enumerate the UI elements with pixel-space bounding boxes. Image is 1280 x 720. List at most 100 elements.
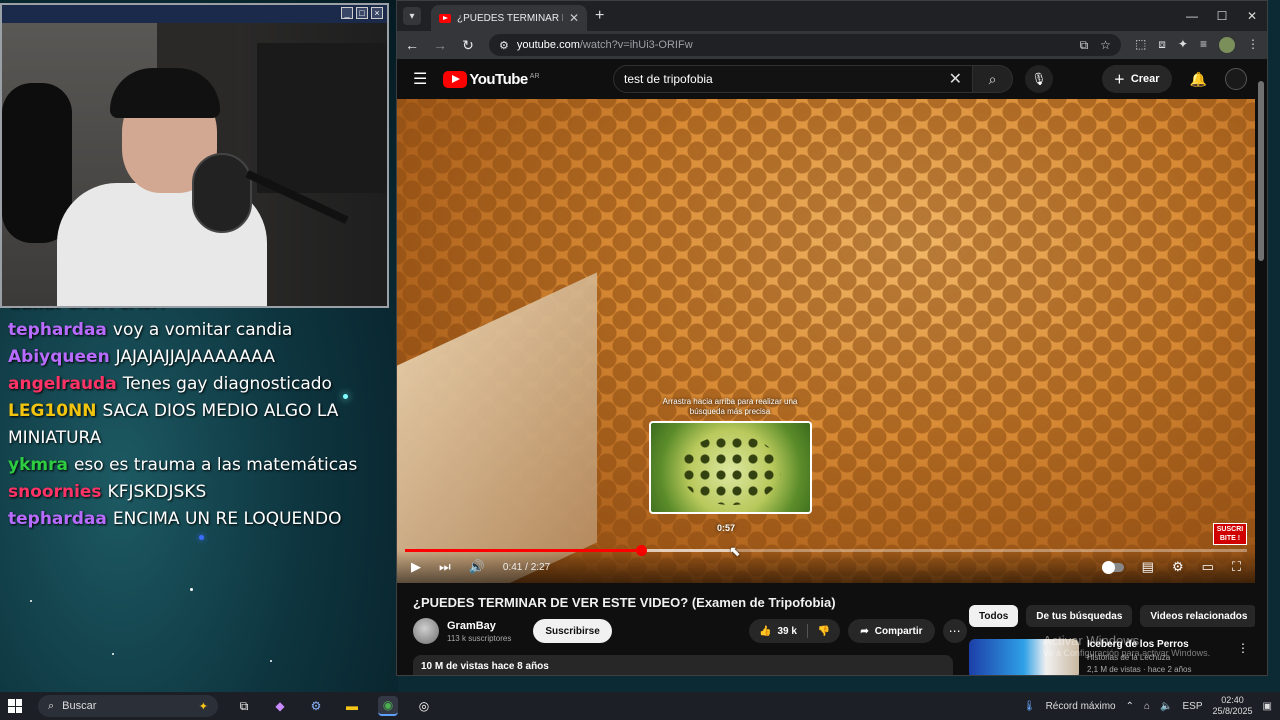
voice-search-button[interactable]: 🎙 xyxy=(1025,65,1053,93)
youtube-header: ☰ YouTube AR test de tripofobia ✕ ⌕ 🎙 ＋ … xyxy=(397,59,1267,99)
clock[interactable]: 02:40 25/8/2025 xyxy=(1213,695,1253,717)
scrollbar-thumb[interactable] xyxy=(1258,81,1264,261)
bookmark-star-icon[interactable]: ☆ xyxy=(1100,38,1111,53)
like-button[interactable]: 👍 39 k xyxy=(749,619,807,643)
copilot-icon[interactable]: ◆ xyxy=(270,696,290,716)
thermometer-icon: 🌡 xyxy=(1022,700,1036,712)
file-explorer-icon[interactable]: ▬ xyxy=(342,696,362,716)
description-box[interactable]: 10 M de vistas hace 8 años xyxy=(413,655,953,675)
subtitles-icon[interactable]: ▤ xyxy=(1142,559,1154,575)
tab-youtube[interactable]: ¿PUEDES TERMINAR DE VER ES ✕ xyxy=(431,5,587,31)
steam-icon[interactable]: ⚙ xyxy=(306,696,326,716)
back-icon[interactable]: ← xyxy=(405,37,419,53)
plus-icon: ＋ xyxy=(1113,74,1125,86)
minimize-icon[interactable]: — xyxy=(1177,1,1207,31)
channel-avatar[interactable] xyxy=(413,618,439,644)
chat-message: Abiyqueen JAJAJAJJAJAAAAAAA xyxy=(8,344,388,371)
menu-dots-icon[interactable]: ⋮ xyxy=(1247,37,1259,53)
subscribe-watermark[interactable]: SUSCRI BITE ! xyxy=(1213,523,1247,545)
maximize-icon[interactable]: ☐ xyxy=(1207,1,1237,31)
address-bar[interactable]: ⚙ youtube.com/watch?v=ihUi3-ORIFw ⧉ ☆ xyxy=(489,34,1121,56)
volume-icon[interactable]: 🔊 xyxy=(469,559,485,575)
autoplay-toggle[interactable] xyxy=(1101,560,1124,574)
dislike-button[interactable]: 👎 xyxy=(808,619,840,643)
share-button[interactable]: ➦ Compartir xyxy=(848,619,935,643)
chip-related[interactable]: Videos relacionados xyxy=(1140,605,1258,627)
page-scrollbar[interactable] xyxy=(1255,71,1267,675)
extension-icon[interactable]: ⬚ xyxy=(1135,37,1146,53)
next-icon[interactable]: ⏭ xyxy=(439,559,451,575)
close-icon[interactable]: ✕ xyxy=(1237,1,1267,31)
windows-activation-watermark: Activar Windows Ve a Configuración para … xyxy=(1043,633,1211,658)
minimize-icon[interactable]: _ xyxy=(341,7,353,19)
obs-icon[interactable]: ◎ xyxy=(414,696,434,716)
star xyxy=(30,600,32,602)
player-controls: ▶ ⏭ 🔊 0:41 / 2:27 ▤ ⚙ ▭ ⛶ xyxy=(397,551,1255,583)
translate-icon[interactable]: ⧈ xyxy=(1158,37,1166,53)
video-player[interactable]: Arrastra hacia arriba para realizar una … xyxy=(397,99,1255,583)
network-icon[interactable]: ⌂ xyxy=(1144,701,1150,712)
chip-from-searches[interactable]: De tus búsquedas xyxy=(1026,605,1133,627)
fullscreen-icon[interactable]: ⛶ xyxy=(1232,559,1241,575)
weather-text[interactable]: Récord máximo xyxy=(1046,701,1116,712)
view-count-and-date: 10 M de vistas hace 8 años xyxy=(421,661,549,672)
extensions-puzzle-icon[interactable]: ✦ xyxy=(1178,37,1188,53)
hamburger-menu-icon[interactable]: ☰ xyxy=(413,69,427,89)
create-button[interactable]: ＋ Crear xyxy=(1101,65,1172,93)
recommended-menu-icon[interactable]: ⋮ xyxy=(1237,641,1249,655)
more-actions-icon[interactable]: ⋯ xyxy=(942,619,967,643)
chat-text: voy a vomitar candia xyxy=(112,320,293,340)
chip-all[interactable]: Todos xyxy=(969,605,1019,627)
star xyxy=(199,535,204,540)
stream-chat: daikxCASA CASAtephardaavoy a vomitar can… xyxy=(8,290,388,533)
settings-gear-icon[interactable]: ⚙ xyxy=(1172,559,1184,575)
thumbs-down-icon: 👎 xyxy=(817,625,831,637)
install-app-icon[interactable]: ⧉ xyxy=(1080,38,1089,53)
close-icon[interactable]: × xyxy=(371,7,383,19)
channel-subscribers: 113 k suscriptores xyxy=(447,633,512,643)
clear-search-icon[interactable]: ✕ xyxy=(949,69,962,89)
search-icon: ⌕ xyxy=(48,699,55,712)
notifications-bell-icon[interactable]: 🔔 xyxy=(1190,71,1207,88)
chat-message: tephardaa ENCIMA UN RE LOQUENDO xyxy=(8,506,388,533)
share-icon: ➦ xyxy=(860,625,869,637)
chrome-icon[interactable]: ◉ xyxy=(378,696,398,716)
theater-mode-icon[interactable]: ▭ xyxy=(1202,559,1214,575)
filter-chips: Todos De tus búsquedas Videos relacionad… xyxy=(969,605,1267,627)
subscribe-button[interactable]: Suscribirse xyxy=(533,619,612,643)
language-indicator[interactable]: ESP xyxy=(1182,701,1202,712)
media-controls-icon[interactable]: ≡ xyxy=(1200,37,1207,53)
chat-text: Tenes gay diagnosticado xyxy=(122,374,332,394)
taskbar-search[interactable]: ⌕ Buscar ✦ xyxy=(38,695,218,717)
webcam-scene xyxy=(2,23,387,306)
site-info-icon[interactable]: ⚙ xyxy=(499,39,509,52)
windows-start-icon[interactable] xyxy=(8,699,22,713)
reload-icon[interactable]: ↻ xyxy=(461,37,475,54)
search-input[interactable]: test de tripofobia ✕ xyxy=(613,65,973,93)
tab-search-icon[interactable]: ▾ xyxy=(403,7,421,25)
channel-name[interactable]: GramBay xyxy=(447,620,511,632)
account-avatar[interactable] xyxy=(1225,68,1247,90)
search-button[interactable]: ⌕ xyxy=(973,65,1013,93)
windows-taskbar: ⌕ Buscar ✦ ⧉ ◆ ⚙ ▬ ◉ ◎ 🌡 Récord máximo ⌃… xyxy=(0,692,1280,720)
speaker-icon[interactable]: 🔈 xyxy=(1160,701,1172,712)
maximize-icon[interactable]: □ xyxy=(356,7,368,19)
chat-username: snoornies xyxy=(8,482,102,502)
chevron-up-icon[interactable]: ⌃ xyxy=(1126,701,1134,712)
search-form: test de tripofobia ✕ ⌕ 🎙 xyxy=(613,65,1053,93)
video-title: ¿PUEDES TERMINAR DE VER ESTE VIDEO? (Exa… xyxy=(413,595,836,610)
task-view-icon[interactable]: ⧉ xyxy=(234,696,254,716)
notification-icon[interactable]: ▣ xyxy=(1263,701,1272,712)
chat-text: ENCIMA UN RE LOQUENDO xyxy=(112,509,342,529)
profile-avatar[interactable] xyxy=(1219,37,1235,53)
webcam-titlebar: _ □ × xyxy=(2,5,387,23)
chat-message: angelrauda Tenes gay diagnosticado xyxy=(8,371,388,398)
new-tab-icon[interactable]: + xyxy=(595,7,604,25)
forward-icon[interactable]: → xyxy=(433,37,447,53)
youtube-favicon-icon xyxy=(439,13,451,23)
play-icon[interactable]: ▶ xyxy=(411,559,421,575)
star xyxy=(112,653,114,655)
youtube-logo[interactable]: YouTube AR xyxy=(443,70,540,88)
channel-row: GramBay 113 k suscriptores Suscribirse xyxy=(413,618,612,644)
tab-close-icon[interactable]: ✕ xyxy=(569,11,579,25)
